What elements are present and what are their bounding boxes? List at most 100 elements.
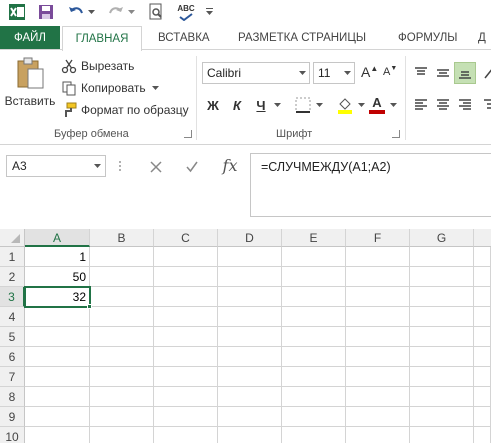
column-header-h[interactable]: [474, 229, 491, 247]
copy-button[interactable]: Копировать: [60, 79, 159, 97]
borders-button[interactable]: [292, 94, 314, 116]
cut-button[interactable]: Вырезать: [60, 57, 134, 75]
row-header-8[interactable]: 8: [0, 387, 25, 407]
tab-page-layout[interactable]: РАЗМЕТКА СТРАНИЦЫ: [230, 26, 374, 50]
cell-f3[interactable]: [346, 287, 410, 307]
cell-g10[interactable]: [410, 427, 474, 443]
cell-b1[interactable]: [90, 247, 154, 267]
borders-dropdown-icon[interactable]: [314, 94, 324, 116]
cell-c4[interactable]: [154, 307, 218, 327]
clipboard-dialog-launcher-icon[interactable]: [184, 130, 192, 138]
cell-h3[interactable]: [474, 287, 491, 307]
cell-e10[interactable]: [282, 427, 346, 443]
column-header-a[interactable]: A: [25, 229, 90, 247]
cell-h6[interactable]: [474, 347, 491, 367]
cell-c7[interactable]: [154, 367, 218, 387]
tab-formulas[interactable]: ФОРМУЛЫ: [390, 26, 465, 50]
fill-handle[interactable]: [87, 304, 92, 309]
cell-h10[interactable]: [474, 427, 491, 443]
cell-b5[interactable]: [90, 327, 154, 347]
cell-d2[interactable]: [218, 267, 282, 287]
check-icon[interactable]: [182, 157, 202, 177]
format-painter-button[interactable]: Формат по образцу: [60, 101, 189, 119]
align-bottom-button[interactable]: [454, 62, 476, 84]
cell-c2[interactable]: [154, 267, 218, 287]
cell-e1[interactable]: [282, 247, 346, 267]
cell-f2[interactable]: [346, 267, 410, 287]
cell-b8[interactable]: [90, 387, 154, 407]
cell-b4[interactable]: [90, 307, 154, 327]
name-box[interactable]: A3: [6, 155, 106, 177]
cell-d7[interactable]: [218, 367, 282, 387]
cell-e3[interactable]: [282, 287, 346, 307]
cell-f7[interactable]: [346, 367, 410, 387]
cell-g6[interactable]: [410, 347, 474, 367]
grow-font-button[interactable]: A ▲: [361, 64, 378, 81]
undo-icon[interactable]: [66, 2, 86, 22]
cell-f6[interactable]: [346, 347, 410, 367]
cell-a1[interactable]: 1: [25, 247, 90, 267]
cell-e9[interactable]: [282, 407, 346, 427]
column-header-e[interactable]: E: [282, 229, 346, 247]
bold-button[interactable]: Ж: [202, 94, 224, 116]
cell-g7[interactable]: [410, 367, 474, 387]
cell-d1[interactable]: [218, 247, 282, 267]
fill-color-dropdown-icon[interactable]: [356, 94, 366, 116]
cell-h2[interactable]: [474, 267, 491, 287]
cell-h1[interactable]: [474, 247, 491, 267]
cell-h7[interactable]: [474, 367, 491, 387]
shrink-font-button[interactable]: A ▼: [383, 65, 397, 79]
cell-c1[interactable]: [154, 247, 218, 267]
italic-button[interactable]: К: [226, 94, 248, 116]
cell-c10[interactable]: [154, 427, 218, 443]
row-header-5[interactable]: 5: [0, 327, 25, 347]
redo-icon[interactable]: [106, 2, 126, 22]
tab-home[interactable]: ГЛАВНАЯ: [62, 26, 142, 51]
cell-d6[interactable]: [218, 347, 282, 367]
cell-d10[interactable]: [218, 427, 282, 443]
font-color-button[interactable]: A: [366, 94, 388, 116]
spelling-icon[interactable]: ABC: [174, 2, 198, 22]
cell-f9[interactable]: [346, 407, 410, 427]
row-header-4[interactable]: 4: [0, 307, 25, 327]
align-top-button[interactable]: [410, 62, 432, 84]
row-header-10[interactable]: 10: [0, 427, 25, 443]
cell-c3[interactable]: [154, 287, 218, 307]
cell-b7[interactable]: [90, 367, 154, 387]
close-icon[interactable]: [146, 157, 166, 177]
orientation-button[interactable]: [478, 62, 491, 84]
cell-e2[interactable]: [282, 267, 346, 287]
cell-b6[interactable]: [90, 347, 154, 367]
align-right-button[interactable]: [454, 94, 476, 116]
paste-button[interactable]: Вставить: [4, 56, 56, 108]
fill-color-button[interactable]: [334, 94, 356, 116]
save-icon[interactable]: [36, 2, 56, 22]
row-header-6[interactable]: 6: [0, 347, 25, 367]
cell-d9[interactable]: [218, 407, 282, 427]
cell-e5[interactable]: [282, 327, 346, 347]
excel-app-icon[interactable]: [6, 2, 28, 22]
select-all-button[interactable]: [0, 229, 25, 247]
cell-a3[interactable]: 32: [25, 287, 90, 307]
font-family-select[interactable]: Calibri: [202, 62, 310, 84]
cell-h5[interactable]: [474, 327, 491, 347]
font-color-dropdown-icon[interactable]: [388, 94, 398, 116]
cell-e8[interactable]: [282, 387, 346, 407]
cell-e6[interactable]: [282, 347, 346, 367]
cell-c9[interactable]: [154, 407, 218, 427]
cell-f8[interactable]: [346, 387, 410, 407]
cell-g9[interactable]: [410, 407, 474, 427]
column-header-d[interactable]: D: [218, 229, 282, 247]
cell-d8[interactable]: [218, 387, 282, 407]
copy-dropdown-icon[interactable]: [151, 85, 159, 91]
cell-a10[interactable]: [25, 427, 90, 443]
font-dialog-launcher-icon[interactable]: [392, 130, 400, 138]
cell-f5[interactable]: [346, 327, 410, 347]
cell-h9[interactable]: [474, 407, 491, 427]
print-preview-icon[interactable]: [146, 2, 166, 22]
column-header-g[interactable]: G: [410, 229, 474, 247]
cell-c6[interactable]: [154, 347, 218, 367]
splitter-handle[interactable]: [118, 157, 122, 175]
cell-h8[interactable]: [474, 387, 491, 407]
cell-a7[interactable]: [25, 367, 90, 387]
